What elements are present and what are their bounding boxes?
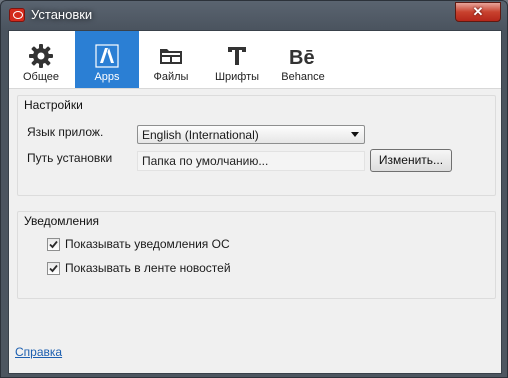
- tab-apps-label: Apps: [94, 71, 120, 83]
- title-bar[interactable]: Установки ✕: [1, 1, 507, 29]
- help-link[interactable]: Справка: [15, 345, 62, 359]
- settings-group: Настройки Язык прилож. English (Internat…: [17, 95, 496, 196]
- checkmark-icon: [49, 240, 58, 249]
- install-path-field: Папка по умолчанию...: [137, 151, 365, 171]
- chevron-down-icon: [351, 132, 359, 137]
- window-title: Установки: [31, 7, 93, 22]
- install-path-label: Путь установки: [27, 151, 113, 165]
- tab-files-label: Файлы: [153, 71, 189, 83]
- notify-feed-checkbox[interactable]: [47, 262, 60, 275]
- tab-general-label: Общее: [22, 71, 60, 83]
- language-select-value: English (International): [142, 128, 259, 142]
- language-label: Язык прилож.: [27, 125, 104, 139]
- svg-text:Bē: Bē: [289, 47, 315, 69]
- client-area: Общее Apps Файлы Шрифты Bē Behance Настр…: [8, 30, 502, 374]
- install-path-value: Папка по умолчанию...: [142, 154, 269, 168]
- settings-window: Установки ✕ Общее Apps Файлы Шрифты Bē B…: [0, 0, 508, 378]
- behance-icon: Bē: [271, 43, 335, 69]
- tab-behance-label: Behance: [281, 71, 325, 83]
- notifications-group-title: Уведомления: [24, 214, 100, 228]
- notify-os-label: Показывать уведомления ОС: [65, 237, 230, 251]
- tab-toolbar: Общее Apps Файлы Шрифты Bē Behance: [9, 31, 501, 89]
- close-button[interactable]: ✕: [455, 2, 501, 22]
- checkmark-icon: [49, 264, 58, 273]
- notify-os-checkbox[interactable]: [47, 238, 60, 251]
- settings-group-title: Настройки: [24, 98, 83, 112]
- tab-files[interactable]: Файлы: [139, 31, 203, 88]
- tab-general[interactable]: Общее: [9, 31, 73, 88]
- notifications-group: Уведомления Показывать уведомления ОС По…: [17, 211, 496, 299]
- tab-behance[interactable]: Bē Behance: [271, 31, 335, 88]
- tab-apps[interactable]: Apps: [75, 31, 139, 88]
- change-path-button[interactable]: Изменить...: [370, 149, 452, 172]
- tab-fonts[interactable]: Шрифты: [205, 31, 269, 88]
- creative-cloud-icon: [9, 8, 25, 22]
- font-icon: [205, 43, 269, 69]
- folder-icon: [139, 43, 203, 69]
- language-select[interactable]: English (International): [137, 125, 365, 144]
- notify-feed-label: Показывать в ленте новостей: [65, 261, 231, 275]
- tab-fonts-label: Шрифты: [214, 71, 260, 83]
- adobe-apps-icon: [75, 43, 139, 69]
- gear-icon: [9, 43, 73, 69]
